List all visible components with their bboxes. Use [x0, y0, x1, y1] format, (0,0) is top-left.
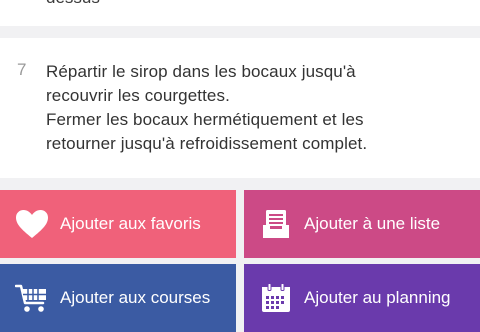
step-card: 7 Répartir le sirop dans les bocaux jusq… — [0, 38, 480, 178]
add-to-planning-label: Ajouter au planning — [304, 288, 451, 307]
heart-icon — [14, 206, 50, 242]
add-to-list-label: Ajouter à une liste — [304, 214, 441, 233]
previous-step-card: dessus — [0, 0, 480, 26]
add-to-favorites-button[interactable]: Ajouter aux favoris — [0, 190, 236, 258]
step-number: 7 — [17, 60, 27, 79]
previous-step-text: dessus — [46, 0, 100, 8]
add-to-list-button[interactable]: Ajouter à une liste — [244, 190, 480, 258]
calendar-icon — [258, 280, 294, 316]
add-to-planning-button[interactable]: Ajouter au planning — [244, 264, 480, 332]
cart-icon — [14, 280, 50, 316]
add-to-favorites-label: Ajouter aux favoris — [60, 214, 201, 233]
list-tray-icon — [258, 206, 294, 242]
add-to-shopping-button[interactable]: Ajouter aux courses — [0, 264, 236, 332]
add-to-shopping-label: Ajouter aux courses — [60, 288, 211, 307]
step-text: Répartir le sirop dans les bocaux jusqu'… — [46, 62, 368, 153]
